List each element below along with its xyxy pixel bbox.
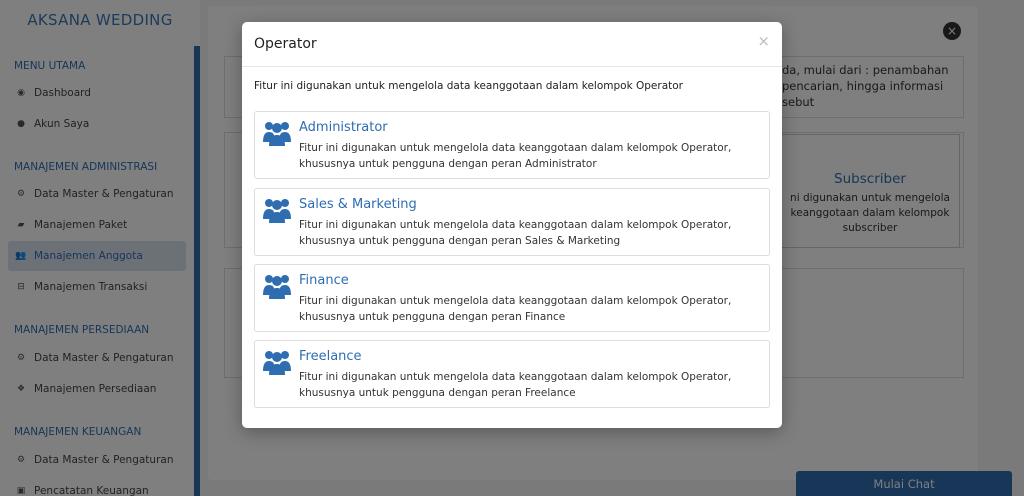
option-desc-line-1: Fitur ini digunakan untuk mengelola data…	[299, 295, 732, 307]
option-title: Finance	[299, 273, 349, 288]
option-administrator[interactable]: Administrator Fitur ini digunakan untuk …	[254, 111, 770, 179]
option-freelance[interactable]: Freelance Fitur ini digunakan untuk meng…	[254, 340, 770, 408]
option-desc: Fitur ini digunakan untuk mengelola data…	[299, 217, 749, 249]
option-title: Administrator	[299, 120, 388, 135]
operator-modal: Operator × Fitur ini digunakan untuk men…	[242, 22, 782, 428]
modal-intro: Fitur ini digunakan untuk mengelola data…	[254, 80, 683, 92]
users-icon	[263, 275, 291, 299]
option-desc: Fitur ini digunakan untuk mengelola data…	[299, 293, 749, 325]
users-icon	[263, 122, 291, 146]
option-desc-line-2: khususnya untuk pengguna dengan peran Fr…	[299, 387, 576, 399]
modal-title: Operator	[254, 36, 317, 52]
option-title: Freelance	[299, 349, 362, 364]
option-title: Sales & Marketing	[299, 197, 417, 212]
option-desc-line-2: khususnya untuk pengguna dengan peran Ad…	[299, 158, 597, 170]
option-finance[interactable]: Finance Fitur ini digunakan untuk mengel…	[254, 264, 770, 332]
option-desc-line-1: Fitur ini digunakan untuk mengelola data…	[299, 219, 732, 231]
option-desc-line-1: Fitur ini digunakan untuk mengelola data…	[299, 142, 732, 154]
option-sales-marketing[interactable]: Sales & Marketing Fitur ini digunakan un…	[254, 188, 770, 256]
users-icon	[263, 199, 291, 223]
option-desc-line-2: khususnya untuk pengguna dengan peran Sa…	[299, 235, 621, 247]
option-desc: Fitur ini digunakan untuk mengelola data…	[299, 140, 749, 172]
modal-header: Operator ×	[242, 22, 782, 67]
option-desc-line-1: Fitur ini digunakan untuk mengelola data…	[299, 371, 732, 383]
option-desc: Fitur ini digunakan untuk mengelola data…	[299, 369, 749, 401]
users-icon	[263, 351, 291, 375]
modal-close-button[interactable]: ×	[757, 32, 770, 50]
option-desc-line-2: khususnya untuk pengguna dengan peran Fi…	[299, 311, 566, 323]
